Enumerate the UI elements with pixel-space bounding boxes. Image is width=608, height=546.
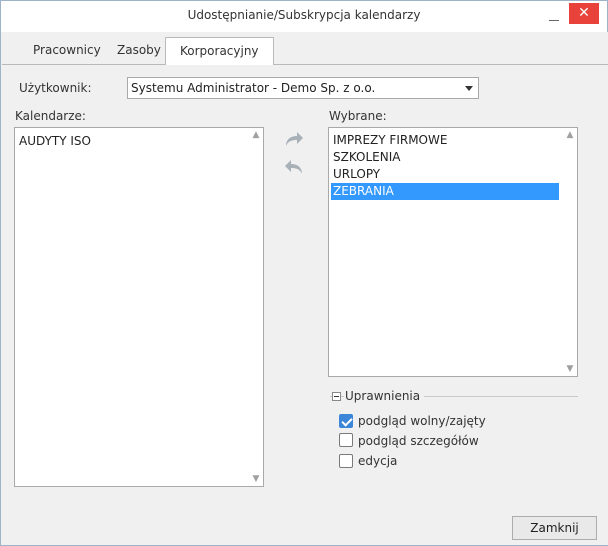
scroll-down-icon[interactable]: ▼ — [566, 365, 574, 374]
list-item[interactable]: URLOPY — [331, 166, 380, 183]
permissions-legend: Uprawnienia — [344, 389, 425, 403]
calendars-label: Kalendarze: — [15, 109, 86, 123]
tab-strip: Pracownicy Zasoby Korporacyjny — [2, 32, 608, 66]
selected-listbox[interactable]: IMPREZY FIRMOWE SZKOLENIA URLOPY ZEBRANI… — [328, 127, 578, 377]
checkbox-edit[interactable] — [339, 454, 353, 468]
list-item[interactable]: SZKOLENIA — [331, 149, 401, 166]
user-select-value: Systemu Administrator - Demo Sp. z o.o. — [131, 81, 376, 95]
list-item[interactable]: AUDYTY ISO — [17, 133, 91, 150]
checkbox-free-busy-label: podgląd wolny/zajęty — [358, 414, 486, 428]
close-button[interactable]: Zamknij — [512, 516, 597, 540]
minimize-icon[interactable] — [545, 7, 563, 25]
list-item[interactable]: IMPREZY FIRMOWE — [331, 132, 447, 149]
dialog-window: Udostępnianie/Subskrypcja kalendarzy ✕ P… — [0, 0, 608, 546]
calendars-scrollbar[interactable]: ▲ ▼ — [249, 128, 263, 486]
checkbox-details[interactable] — [339, 433, 353, 447]
tab-panel-korporacyjny: Użytkownik: Systemu Administrator - Demo… — [2, 65, 608, 545]
selected-scrollbar[interactable]: ▲ ▼ — [563, 128, 577, 376]
scroll-up-icon[interactable]: ▲ — [252, 131, 260, 140]
tab-korporacyjny[interactable]: Korporacyjny — [165, 37, 274, 66]
selected-label: Wybrane: — [329, 109, 387, 123]
checkbox-edit-label: edycja — [358, 454, 398, 468]
scroll-up-icon[interactable]: ▲ — [566, 131, 574, 140]
title-bar[interactable]: Udostępnianie/Subskrypcja kalendarzy ✕ — [1, 1, 607, 32]
window-title: Udostępnianie/Subskrypcja kalendarzy — [187, 8, 421, 22]
scroll-down-icon[interactable]: ▼ — [252, 475, 260, 484]
list-item-selected[interactable]: ZEBRANIA — [331, 183, 559, 200]
tab-pracownicy[interactable]: Pracownicy — [19, 37, 115, 65]
checkbox-free-busy[interactable] — [339, 414, 353, 428]
close-icon[interactable]: ✕ — [569, 3, 599, 24]
remove-arrow-icon[interactable] — [283, 158, 305, 176]
chevron-down-icon[interactable] — [465, 86, 473, 91]
checkbox-details-label: podgląd szczegółów — [358, 434, 479, 448]
user-select[interactable]: Systemu Administrator - Demo Sp. z o.o. — [127, 77, 479, 99]
collapse-icon[interactable] — [332, 392, 341, 401]
user-label: Użytkownik: — [19, 81, 92, 95]
add-arrow-icon[interactable] — [283, 130, 305, 148]
calendars-listbox[interactable]: AUDYTY ISO ▲ ▼ — [14, 127, 264, 487]
